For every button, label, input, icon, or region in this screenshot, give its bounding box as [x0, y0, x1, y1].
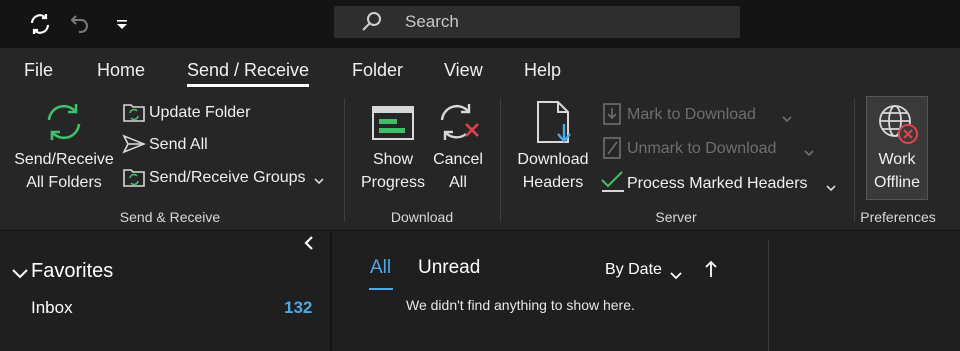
ribbon: Send/Receive All Folders Update Folder S… [0, 92, 960, 231]
cancel-all-icon [436, 100, 482, 151]
search-box[interactable]: Search [334, 6, 740, 38]
update-folder-icon [122, 100, 146, 129]
chevron-down-icon [12, 267, 28, 285]
reading-pane-divider[interactable] [768, 240, 769, 351]
send-receive-groups-icon [122, 165, 146, 194]
send-receive-all-label-1: Send/Receive [14, 151, 114, 168]
cancel-all-label-2: All [449, 174, 467, 191]
mark-to-download-label: Mark to Download [627, 106, 756, 123]
group-divider [500, 98, 501, 222]
group-label-download: Download [390, 209, 454, 225]
unmark-to-download-label: Unmark to Download [627, 140, 777, 157]
send-receive-all-label-2: All Folders [26, 174, 102, 191]
tab-home[interactable]: Home [97, 60, 145, 81]
tab-folder[interactable]: Folder [352, 60, 403, 81]
update-folder-label: Update Folder [149, 104, 251, 121]
chevron-down-icon [804, 144, 814, 162]
tab-send-receive[interactable]: Send / Receive [187, 60, 310, 87]
show-progress-label-2: Progress [360, 174, 426, 191]
folder-pane: Favorites Inbox 132 [0, 232, 330, 351]
group-label-send-receive: Send & Receive [119, 209, 221, 225]
sort-label: By Date [605, 261, 662, 278]
search-icon [360, 10, 384, 39]
group-label-preferences: Preferences [860, 209, 936, 225]
send-all-icon [122, 133, 147, 160]
work-offline-label-2: Offline [874, 174, 920, 191]
group-label-server: Server [655, 209, 697, 225]
search-placeholder: Search [405, 12, 459, 31]
download-headers-label-1: Download [517, 151, 589, 168]
chevron-down-icon [826, 179, 836, 197]
tab-file[interactable]: File [24, 60, 53, 81]
chevron-down-icon [670, 267, 682, 285]
favorites-label: Favorites [31, 260, 114, 282]
cancel-all-label-1: Cancel [433, 151, 483, 168]
work-offline-button[interactable]: Work Offline [866, 96, 928, 200]
download-headers-label-2: Headers [522, 174, 584, 191]
show-progress-icon [372, 106, 414, 145]
undo-icon[interactable] [66, 10, 94, 38]
send-all-label: Send All [149, 136, 208, 153]
ribbon-tabs: File Home Send / Receive Folder View Hel… [0, 48, 960, 92]
show-progress-label-1: Show [372, 151, 414, 168]
unmark-to-download-icon [602, 136, 624, 165]
chevron-down-icon [314, 172, 324, 190]
globe-offline-icon [876, 102, 920, 151]
message-list-pane: All Unread By Date We didn't find anythi… [332, 232, 768, 351]
tab-help[interactable]: Help [524, 60, 561, 81]
empty-list-message: We didn't find anything to show here. [406, 297, 635, 313]
filter-all-underline [369, 288, 393, 290]
sort-direction-arrow-icon[interactable] [704, 260, 718, 283]
collapse-pane-icon[interactable] [302, 235, 316, 256]
send-receive-groups-label: Send/Receive Groups [149, 169, 306, 186]
chevron-down-icon [782, 110, 792, 128]
mark-to-download-icon [602, 102, 624, 131]
sync-icon[interactable] [26, 10, 54, 38]
send-receive-icon [42, 100, 86, 149]
title-bar: Search [0, 0, 960, 48]
inbox-unread-count: 132 [284, 298, 313, 317]
filter-unread-tab[interactable]: Unread [418, 257, 480, 279]
process-marked-headers-label: Process Marked Headers [627, 175, 808, 192]
tab-view[interactable]: View [444, 60, 483, 81]
filter-all-tab[interactable]: All [370, 257, 391, 279]
process-marked-headers-icon [600, 170, 626, 199]
inbox-label: Inbox [31, 298, 73, 317]
group-divider [854, 98, 855, 222]
group-divider [344, 98, 345, 222]
download-headers-icon [534, 100, 574, 151]
work-offline-label-1: Work [878, 151, 916, 168]
customize-toolbar-icon[interactable] [108, 10, 136, 38]
